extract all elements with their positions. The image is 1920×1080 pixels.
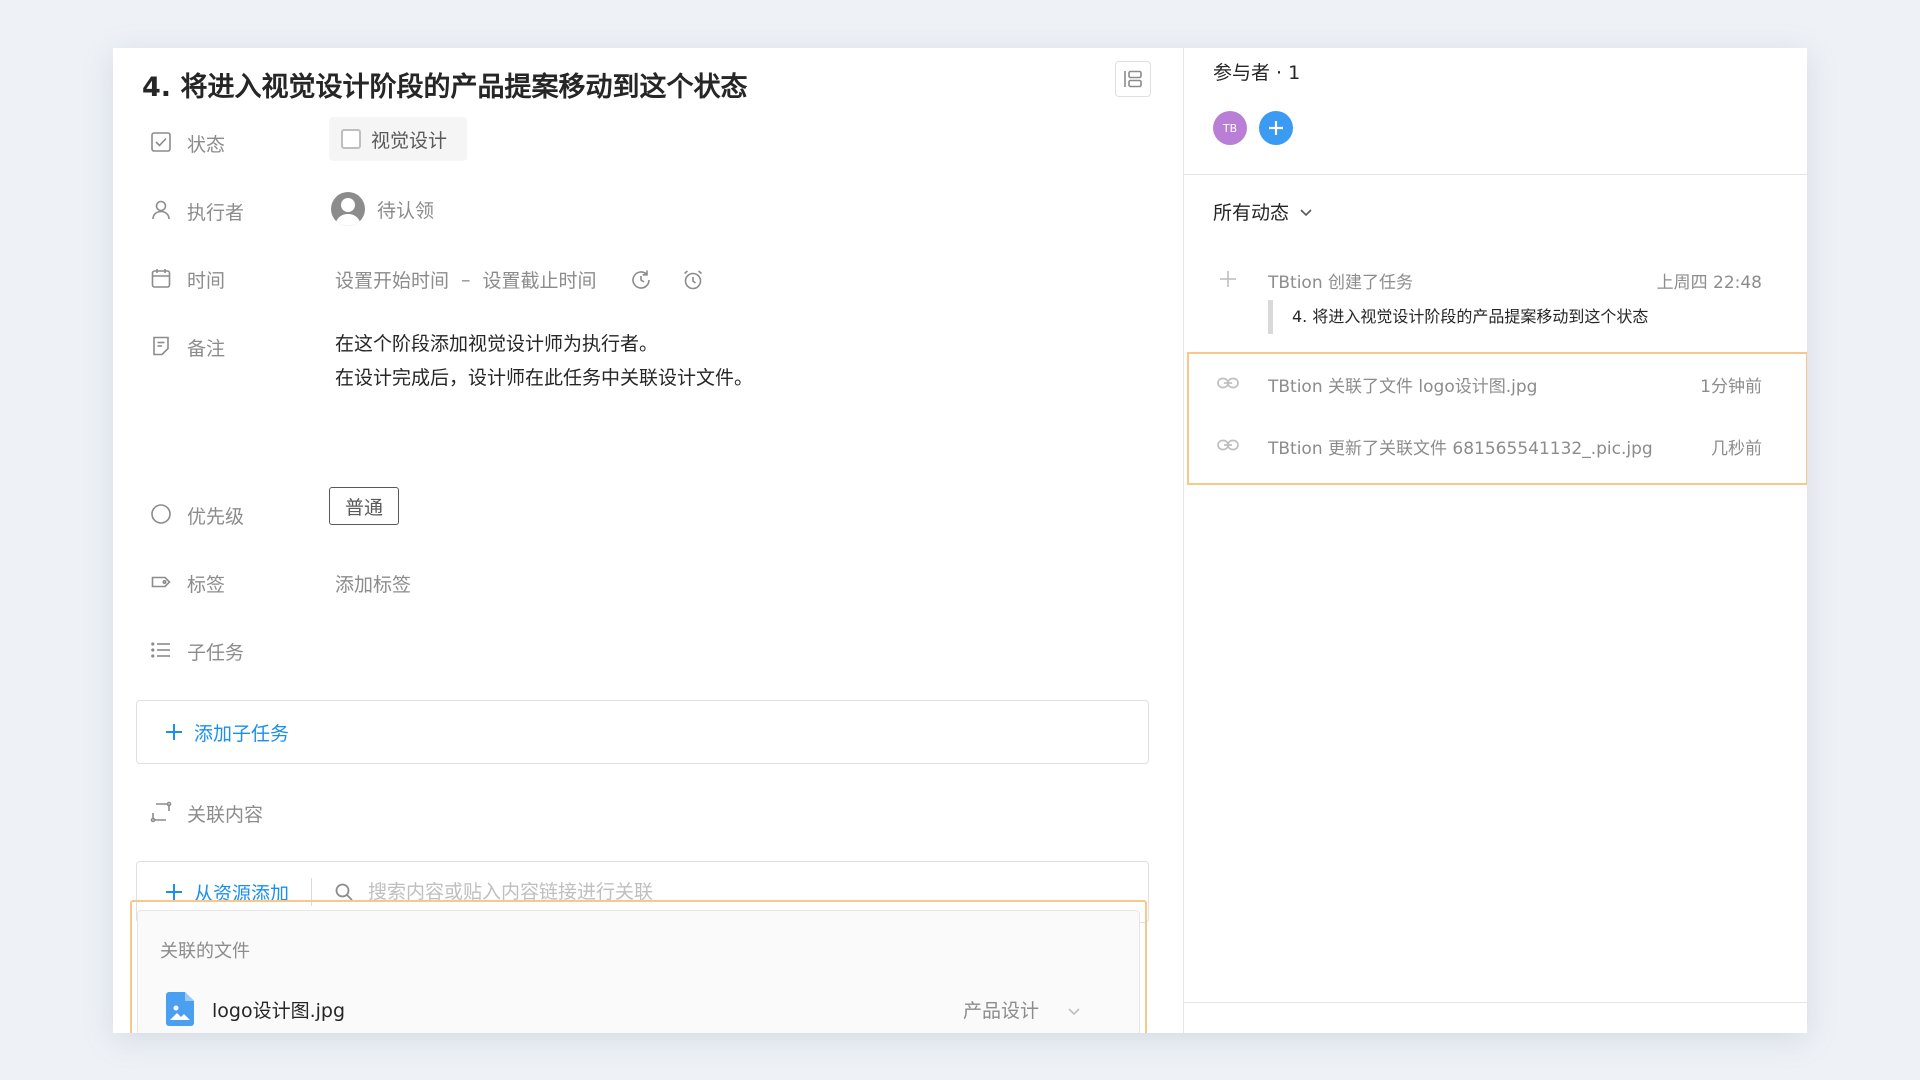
task-detail-card: 4. 将进入视觉设计阶段的产品提案移动到这个状态 状态 视觉设计 执行者 待认领… xyxy=(113,48,1807,1033)
assignee-label: 执行者 xyxy=(187,202,245,224)
linked-file-project: 产品设计 xyxy=(962,999,1039,1022)
image-file-icon xyxy=(166,992,194,1026)
link-icon xyxy=(1216,433,1240,457)
layout-toggle-button[interactable] xyxy=(1115,61,1151,97)
linked-file-item[interactable]: logo设计图.jpg 产品设计 xyxy=(166,991,1126,1027)
note-line-1: 在这个阶段添加视觉设计师为执行者。 xyxy=(335,333,659,355)
status-checkbox[interactable] xyxy=(341,129,361,149)
note-line-2: 在设计完成后，设计师在此任务中关联设计文件。 xyxy=(335,367,754,389)
activity-text: TBtion 更新了关联文件 681565541132_.pic.jpg xyxy=(1268,439,1653,459)
tags-label: 标签 xyxy=(187,574,226,596)
priority-selector[interactable]: 普通 xyxy=(329,487,399,525)
linked-files-panel: 关联的文件 logo设计图.jpg 产品设计 xyxy=(137,910,1140,1033)
activity-time: 1分钟前 xyxy=(1700,377,1762,397)
plus-icon xyxy=(1269,121,1283,135)
participants-list: TB xyxy=(1213,111,1293,145)
chevron-down-icon xyxy=(1300,208,1312,216)
layout-icon xyxy=(1124,70,1142,88)
activity-pane: 参与者 · 1 TB 所有动态 TBtion 创建了任务 上周四 22:48 4… xyxy=(1184,48,1807,1033)
divider xyxy=(1184,1002,1807,1003)
assignee-value: 待认领 xyxy=(377,199,435,222)
linked-files-highlight: 关联的文件 logo设计图.jpg 产品设计 xyxy=(130,900,1147,1033)
due-time-button[interactable]: 设置截止时间 xyxy=(483,266,597,293)
activity-time: 上周四 22:48 xyxy=(1656,273,1762,293)
calendar-icon xyxy=(149,266,173,290)
task-main-pane: 4. 将进入视觉设计阶段的产品提案移动到这个状态 状态 视觉设计 执行者 待认领… xyxy=(113,48,1183,1033)
add-subtask-button[interactable]: 添加子任务 xyxy=(164,719,289,746)
activity-filter-dropdown[interactable]: 所有动态 xyxy=(1213,198,1313,225)
activity-time: 几秒前 xyxy=(1711,439,1762,459)
note-content[interactable]: 在这个阶段添加视觉设计师为执行者。 在设计完成后，设计师在此任务中关联设计文件。 xyxy=(335,327,753,395)
circle-icon xyxy=(149,502,173,526)
linked-file-project-selector[interactable]: 产品设计 xyxy=(963,996,1081,1023)
avatar[interactable]: TB xyxy=(1213,111,1247,145)
start-time-button[interactable]: 设置开始时间 xyxy=(335,266,449,293)
list-icon xyxy=(149,638,173,662)
activity-detail-quote: 4. 将进入视觉设计阶段的产品提案移动到这个状态 xyxy=(1268,300,1648,334)
activity-text: TBtion 关联了文件 logo设计图.jpg xyxy=(1268,377,1538,397)
task-title[interactable]: 4. 将进入视觉设计阶段的产品提案移动到这个状态 xyxy=(142,65,747,104)
link-icon xyxy=(1216,371,1240,395)
note-icon xyxy=(149,334,173,358)
priority-label: 优先级 xyxy=(187,506,245,528)
relations-label: 关联内容 xyxy=(187,804,264,826)
status-selector[interactable]: 视觉设计 xyxy=(329,117,467,161)
note-label: 备注 xyxy=(187,338,226,360)
search-icon xyxy=(335,883,353,901)
participants-title: 参与者 · 1 xyxy=(1213,62,1301,84)
chevron-down-icon xyxy=(1068,1008,1080,1016)
default-avatar-icon xyxy=(331,192,365,226)
user-icon xyxy=(149,198,173,222)
status-label: 状态 xyxy=(187,134,226,156)
linked-file-name[interactable]: logo设计图.jpg xyxy=(212,996,345,1023)
linked-files-header: 关联的文件 xyxy=(160,941,250,962)
add-participant-button[interactable] xyxy=(1259,111,1293,145)
add-subtask-label: 添加子任务 xyxy=(194,722,290,745)
add-tag-button[interactable]: 添加标签 xyxy=(335,570,411,597)
status-value: 视觉设计 xyxy=(371,129,448,152)
time-separator: – xyxy=(461,268,471,291)
subtasks-label: 子任务 xyxy=(187,642,245,664)
plus-icon xyxy=(166,884,182,900)
tag-icon xyxy=(149,570,173,594)
activity-text: TBtion 创建了任务 xyxy=(1268,273,1414,293)
plus-icon xyxy=(1216,267,1240,291)
activity-filter-label: 所有动态 xyxy=(1213,202,1290,224)
relation-icon xyxy=(149,800,173,824)
checkbox-icon xyxy=(149,130,173,154)
add-subtask-bar[interactable]: 添加子任务 xyxy=(136,700,1149,764)
alarm-icon[interactable] xyxy=(681,268,705,292)
time-label: 时间 xyxy=(187,270,226,292)
plus-icon xyxy=(166,724,182,740)
repeat-icon[interactable] xyxy=(629,268,653,292)
divider xyxy=(1184,174,1807,175)
assignee-selector[interactable]: 待认领 xyxy=(331,192,434,226)
